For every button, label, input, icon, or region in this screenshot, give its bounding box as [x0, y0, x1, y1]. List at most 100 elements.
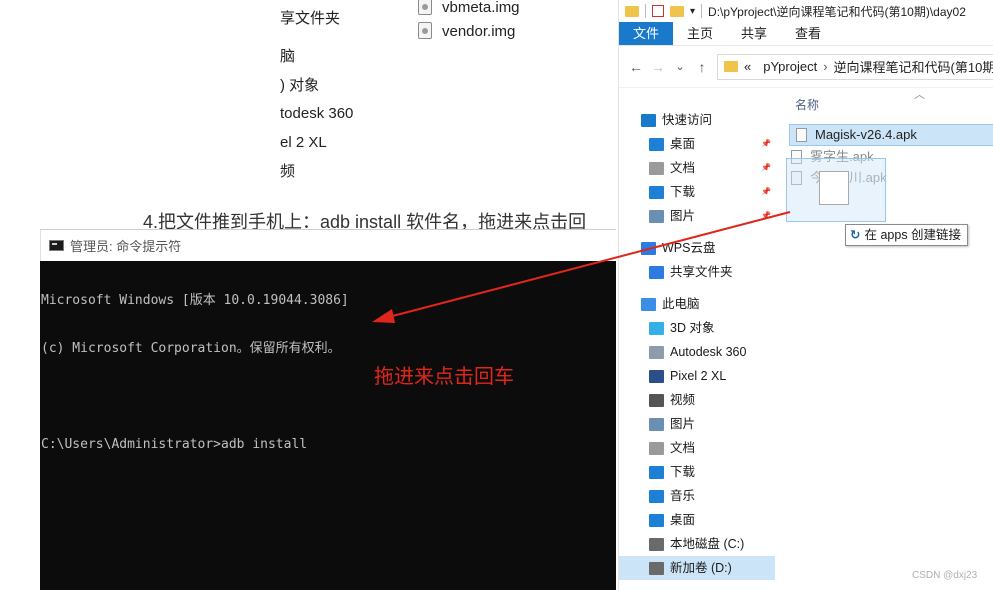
nav-item-label: 音乐	[670, 489, 696, 503]
watermark: CSDN @dxj23	[912, 570, 978, 581]
nav-item[interactable]: 图片 📌	[619, 204, 771, 228]
nav-item[interactable]: 新加卷 (D:)	[619, 556, 775, 580]
nav-item[interactable]: 桌面 📌	[619, 132, 771, 156]
nav-item-label: 图片	[670, 417, 696, 431]
cmd-window[interactable]: 管理员: 命令提示符 Microsoft Windows [版本 10.0.19…	[40, 229, 616, 590]
window-title-path: D:\pYproject\逆向课程笔记和代码(第10期)\day02	[708, 4, 966, 19]
bg-nav-item-3d[interactable]: ) 对象	[280, 74, 319, 98]
address-segment[interactable]: 逆向课程笔记和代码(第10期	[834, 57, 993, 76]
nav-item-label: 本地磁盘 (C:)	[670, 537, 745, 551]
column-header-name[interactable]: 名称	[795, 96, 819, 113]
pictures-icon	[649, 417, 664, 431]
file-icon	[796, 128, 807, 142]
tab-file[interactable]: 文件	[619, 22, 674, 45]
nav-item[interactable]: 下载	[619, 460, 695, 484]
tab-share[interactable]: 共享	[727, 22, 781, 45]
background-explorer-nav: 享文件夹 脑 ) 对象 todesk 360 el 2 XL 频	[0, 0, 400, 200]
console-line-prompt: C:\Users\Administrator>adb install	[41, 437, 308, 452]
computer-icon	[641, 297, 656, 311]
nav-item[interactable]: 3D 对象	[619, 316, 714, 340]
nav-item[interactable]: 共享文件夹	[619, 260, 733, 284]
cloud-icon	[641, 241, 656, 255]
file-icon	[819, 171, 849, 205]
new-folder-icon[interactable]	[670, 5, 684, 17]
download-icon	[649, 465, 664, 479]
navigation-pane[interactable]: 快速访问 桌面 📌 文档 📌 下载 📌 图片 📌 WPS云盘 共享文件夹 此电脑 3D 对象 Autode…	[619, 108, 775, 590]
music-icon	[649, 489, 664, 503]
nav-item[interactable]: 音乐	[619, 484, 695, 508]
drive-d-icon	[649, 561, 664, 575]
cmd-title: 管理员: 命令提示符	[70, 239, 182, 254]
chevron-right-icon[interactable]: ›	[823, 59, 827, 74]
nav-item-label: 图片	[670, 209, 696, 223]
nav-item[interactable]: Autodesk 360	[619, 340, 746, 364]
bg-nav-item-shared[interactable]: 享文件夹	[280, 7, 340, 31]
nav-item[interactable]: 文档 📌	[619, 156, 771, 180]
ribbon-tabs: 文件 主页 共享 查看	[619, 22, 993, 46]
phone-icon	[649, 369, 664, 383]
nav-item[interactable]: WPS云盘	[619, 236, 715, 260]
bg-nav-item-autodesk[interactable]: todesk 360	[280, 102, 353, 126]
up-button[interactable]: ↑	[691, 59, 713, 75]
bg-nav-item-video[interactable]: 频	[280, 160, 295, 184]
chevron-down-icon[interactable]: ▾	[690, 6, 695, 17]
desktop-icon	[649, 137, 664, 151]
share-icon	[649, 265, 664, 279]
bg-file-vendor[interactable]: vendor.img	[418, 21, 515, 43]
tab-view[interactable]: 查看	[781, 22, 835, 45]
autodesk-icon	[649, 345, 664, 359]
pin-icon[interactable]: 📌	[761, 138, 771, 150]
file-item[interactable]: Magisk-v26.4.apk	[789, 124, 993, 146]
bg-nav-item-computer[interactable]: 脑	[280, 45, 295, 69]
nav-item[interactable]: 下载 📌	[619, 180, 771, 204]
pin-icon[interactable]: 📌	[761, 186, 771, 198]
bg-nav-item-pixel[interactable]: el 2 XL	[280, 131, 327, 155]
nav-item-label: 桌面	[670, 137, 696, 151]
address-bar[interactable]: « pYproject › 逆向课程笔记和代码(第10期	[717, 53, 993, 80]
nav-item-label: 视频	[670, 393, 696, 407]
address-overflow-chevron[interactable]: «	[744, 59, 751, 74]
address-segment[interactable]: pYproject	[763, 59, 817, 74]
file-icon	[418, 22, 432, 39]
nav-item[interactable]: 此电脑	[619, 292, 700, 316]
nav-item-label: WPS云盘	[662, 241, 716, 255]
nav-item[interactable]: 本地磁盘 (C:)	[619, 532, 744, 556]
file-explorer-window[interactable]: ▾ D:\pYproject\逆向课程笔记和代码(第10期)\day02 文件 …	[618, 0, 993, 590]
nav-item-label: 新加卷 (D:)	[670, 561, 732, 575]
drive-c-icon	[649, 537, 664, 551]
nav-item[interactable]: 桌面	[619, 508, 695, 532]
bg-file-vbmeta[interactable]: vbmeta.img	[418, 0, 520, 19]
desktop-icon	[649, 513, 664, 527]
address-row: ← → ⌄ ↑ « pYproject › 逆向课程笔记和代码(第10期	[619, 46, 993, 88]
pin-icon[interactable]: 📌	[761, 210, 771, 222]
nav-item-label: 下载	[670, 465, 696, 479]
properties-icon[interactable]	[652, 5, 664, 17]
nav-item-label: 文档	[670, 161, 696, 175]
nav-item-label: Autodesk 360	[670, 345, 747, 359]
video-icon	[649, 393, 664, 407]
nav-item-label: 文档	[670, 441, 696, 455]
nav-item[interactable]: 文档	[619, 436, 695, 460]
background-file-list: vbmeta.img vendor.img	[418, 0, 618, 60]
folder-icon	[724, 61, 738, 72]
cmd-titlebar[interactable]: 管理员: 命令提示符	[40, 230, 616, 261]
cube-icon	[649, 321, 664, 335]
sort-chevron-icon: ︿	[914, 89, 925, 101]
nav-item[interactable]: 视频	[619, 388, 695, 412]
tab-home[interactable]: 主页	[673, 22, 727, 45]
drop-tooltip: ↻ 在 apps 创建链接	[845, 224, 969, 246]
console-line: (c) Microsoft Corporation。保留所有权利。	[41, 341, 341, 356]
download-icon	[649, 185, 664, 199]
nav-item[interactable]: Pixel 2 XL	[619, 364, 726, 388]
forward-button[interactable]: →	[647, 59, 669, 75]
cmd-console[interactable]: Microsoft Windows [版本 10.0.19044.3086] (…	[40, 261, 616, 485]
nav-item[interactable]: 图片	[619, 412, 695, 436]
star-icon	[641, 113, 656, 127]
nav-item-label: 桌面	[670, 513, 696, 527]
nav-item[interactable]: 快速访问	[619, 108, 712, 132]
pin-icon[interactable]: 📌	[761, 162, 771, 174]
back-button[interactable]: ←	[625, 59, 647, 75]
recent-locations-button[interactable]: ⌄	[669, 60, 691, 73]
document-icon	[649, 161, 664, 175]
